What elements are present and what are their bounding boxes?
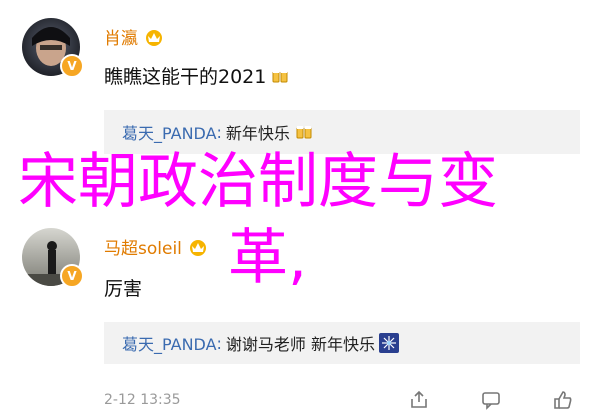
timestamp: 2-12 13:35: [104, 392, 181, 408]
cheers-icon: [272, 69, 288, 82]
like-icon[interactable]: [552, 389, 574, 411]
reply-text: 谢谢马老师 新年快乐: [225, 331, 400, 355]
username-text: 肖瀛: [104, 29, 138, 49]
reply-separator: :: [216, 122, 222, 142]
crown-badge-icon: [189, 239, 206, 256]
avatar[interactable]: V: [22, 228, 84, 288]
share-icon[interactable]: [408, 389, 430, 411]
reply-text-content: 谢谢马老师 新年快乐: [225, 335, 376, 354]
comment-icon[interactable]: [480, 389, 502, 411]
comment-meta: 2-12 13:35: [104, 388, 580, 412]
username-text: 马超soleil: [104, 239, 182, 259]
reply-text: 新年快乐: [226, 120, 314, 144]
verified-badge-icon: V: [60, 54, 84, 78]
avatar[interactable]: V: [22, 18, 84, 78]
reply-username[interactable]: 葛天_PANDA: [122, 120, 217, 144]
reply-separator: :: [216, 333, 222, 353]
comment-text: 厉害: [104, 274, 142, 301]
comment-text-content: 瞧瞧这能干的2021: [104, 66, 267, 88]
overlay-title-line-1: 宋朝政治制度与变: [18, 147, 498, 217]
cheers-icon: [296, 126, 312, 139]
reply-box[interactable]: 葛天_PANDA : 谢谢马老师 新年快乐: [104, 322, 580, 364]
comment-username[interactable]: 马超soleil: [104, 234, 208, 259]
reply-username[interactable]: 葛天_PANDA: [122, 331, 217, 355]
overlay-title-line-2: 革,: [228, 223, 308, 293]
comment-actions: [408, 389, 580, 411]
comment-text-content: 厉害: [104, 278, 143, 300]
reply-text-content: 新年快乐: [225, 124, 290, 143]
comment-username[interactable]: 肖瀛: [104, 24, 164, 49]
crown-badge-icon: [146, 29, 162, 46]
fireworks-icon: [379, 333, 400, 353]
comment-text: 瞧瞧这能干的2021: [104, 62, 290, 89]
verified-badge-icon: V: [60, 264, 84, 288]
